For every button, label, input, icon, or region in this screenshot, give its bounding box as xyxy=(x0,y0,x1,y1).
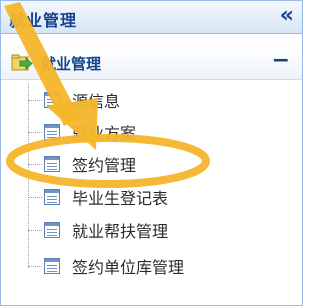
document-icon xyxy=(44,124,60,140)
document-icon xyxy=(44,222,60,238)
tree-branch-line xyxy=(28,132,42,133)
tree-item-source-info[interactable]: 源信息 xyxy=(28,85,288,117)
document-icon xyxy=(44,156,60,172)
tree-item-contract-management[interactable]: 签约管理 xyxy=(28,149,288,181)
document-icon xyxy=(44,189,60,205)
nav-tree: 源信息 就业方案 签约管理 毕业生登记表 就业帮扶管理 签约单位库管理 xyxy=(1,1,302,305)
tree-item-label: 签约单位库管理 xyxy=(72,258,185,277)
tree-branch-line xyxy=(28,164,42,165)
tree-item-label: 就业方案 xyxy=(72,124,137,143)
document-icon xyxy=(44,258,60,274)
tree-item-label: 源信息 xyxy=(72,92,121,111)
tree-item-employment-plan[interactable]: 就业方案 xyxy=(28,117,288,149)
tree-branch-line xyxy=(28,100,42,101)
tree-branch-line xyxy=(28,197,42,198)
tree-item-employer-library[interactable]: 签约单位库管理 xyxy=(28,251,288,283)
tree-item-label: 签约管理 xyxy=(72,156,137,175)
navigation-panel: 就业管理 « 就业管理 − 源信息 就业方案 签约管理 毕业生登记表 就业帮扶管… xyxy=(0,0,303,306)
tree-item-employment-assistance[interactable]: 就业帮扶管理 xyxy=(28,215,288,247)
tree-branch-line xyxy=(28,230,42,231)
document-icon xyxy=(44,92,60,108)
tree-item-graduate-registration[interactable]: 毕业生登记表 xyxy=(28,182,288,214)
tree-branch-line xyxy=(28,266,42,267)
tree-item-label: 毕业生登记表 xyxy=(72,189,169,208)
tree-item-label: 就业帮扶管理 xyxy=(72,222,169,241)
